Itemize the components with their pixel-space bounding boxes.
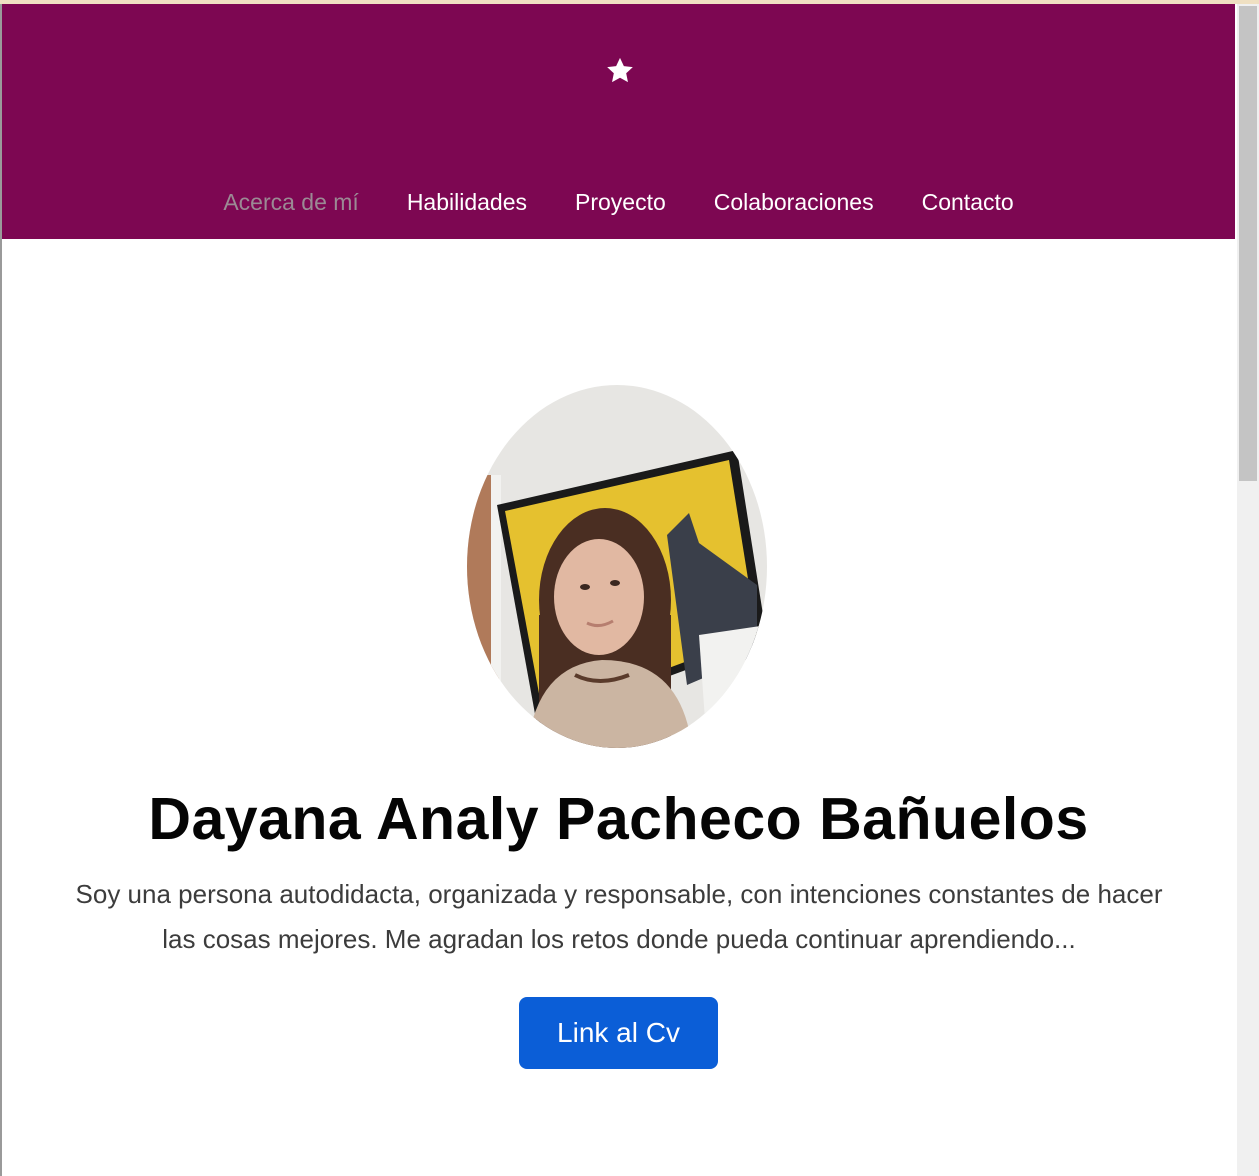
nav-item-contacto[interactable]: Contacto xyxy=(922,189,1014,216)
star-icon[interactable] xyxy=(605,56,635,86)
profile-bio: Soy una persona autodidacta, organizada … xyxy=(75,879,1163,954)
profile-photo xyxy=(467,385,767,748)
scrollbar-thumb[interactable] xyxy=(1239,6,1257,481)
nav-item-proyecto[interactable]: Proyecto xyxy=(575,189,666,216)
nav-item-colaboraciones[interactable]: Colaboraciones xyxy=(714,189,874,216)
profile-photo-illustration xyxy=(467,385,767,748)
nav-item-habilidades[interactable]: Habilidades xyxy=(407,189,527,216)
cv-link-button[interactable]: Link al Cv xyxy=(519,997,718,1069)
site-header: Acerca de mí Habilidades Proyecto Colabo… xyxy=(2,4,1235,239)
profile-name: Dayana Analy Pacheco Bañuelos xyxy=(148,786,1089,852)
nav-item-acerca[interactable]: Acerca de mí xyxy=(223,189,359,216)
main-nav: Acerca de mí Habilidades Proyecto Colabo… xyxy=(2,182,1235,222)
